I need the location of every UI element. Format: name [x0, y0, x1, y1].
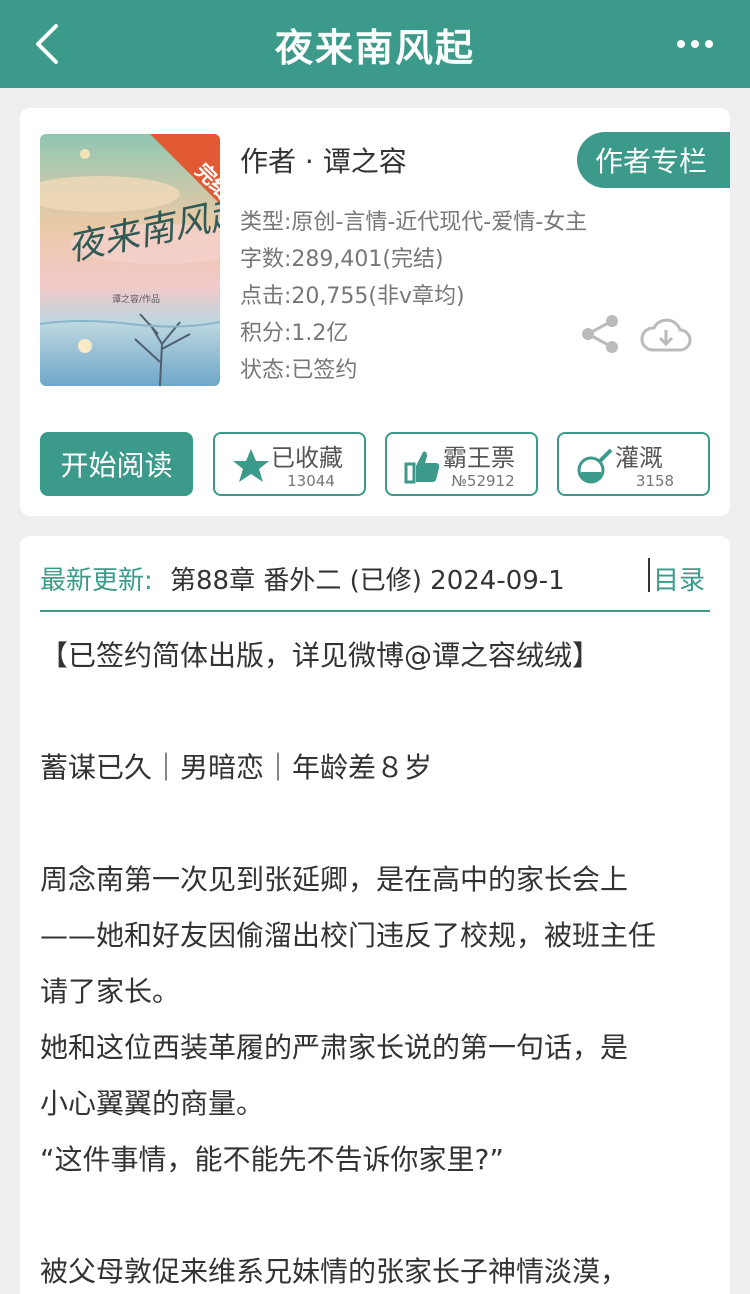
flask-icon — [577, 448, 613, 484]
book-cover[interactable]: 完结 夜来南风起 谭之容/作品 — [40, 134, 220, 386]
thumbs-up-icon — [404, 451, 440, 484]
nourish-button[interactable]: 灌溉 3158 — [557, 432, 710, 496]
synopsis-card: 最新更新: 第88章 番外二 (已修) 2024-09-1 目录 【已签约简体出… — [20, 536, 730, 1294]
meta-words: 字数:289,401(完结) — [240, 247, 444, 272]
more-dot-icon — [705, 40, 713, 48]
ticket-button[interactable]: 霸王票 №52912 — [385, 432, 538, 496]
book-meta: 类型:原创-言情-近代现代-爱情-女主 字数:289,401(完结) 点击:20… — [240, 204, 587, 389]
ticket-count: №52912 — [451, 472, 515, 490]
star-icon — [233, 449, 269, 482]
meta-type: 类型:原创-言情-近代现代-爱情-女主 — [240, 210, 588, 235]
book-info-card: 完结 夜来南风起 谭之容/作品 作者 · 谭之容 作者专栏 类型:原创-言情-近… — [20, 108, 730, 516]
more-dot-icon — [691, 40, 699, 48]
more-dot-icon — [677, 40, 685, 48]
nourish-count: 3158 — [635, 472, 675, 490]
synopsis-line: ——她和好友因偷溜出校门违反了校规，被班主任 — [40, 919, 657, 952]
start-reading-button[interactable]: 开始阅读 — [40, 432, 193, 496]
download-icon[interactable] — [640, 312, 692, 356]
ticket-label: 霸王票 — [443, 444, 515, 472]
author-name[interactable]: 作者 · 谭之容 — [240, 140, 407, 180]
latest-update-label: 最新更新: — [40, 566, 153, 596]
synopsis-line — [40, 1188, 710, 1244]
synopsis-line: 小心翼翼的商量。 — [40, 1087, 265, 1120]
page-title: 夜来南风起 — [274, 25, 475, 70]
synopsis-line: 周念南第一次见到张延卿，是在高中的家长会上 — [40, 863, 629, 896]
favorite-button[interactable]: 已收藏 13044 — [213, 432, 366, 496]
favorite-label: 已收藏 — [271, 444, 343, 472]
nourish-label: 灌溉 — [615, 444, 663, 472]
synopsis-line — [40, 684, 710, 740]
synopsis-line: 蓄谋已久｜男暗恋｜年龄差８岁 — [40, 751, 433, 784]
synopsis-line: 被父母敦促来维系兄妹情的张家长子神情淡漠， — [40, 1255, 629, 1288]
action-bar: 开始阅读 已收藏 13044 霸王票 №52912 灌溉 3158 — [40, 432, 710, 496]
meta-clicks: 点击:20,755(非v章均) — [240, 284, 465, 309]
synopsis-text: 【已签约简体出版，详见微博@谭之容绒绒】 蓄谋已久｜男暗恋｜年龄差８岁 周念南第… — [40, 628, 710, 1294]
synopsis-line: 请了家长。 — [40, 975, 181, 1008]
top-bar: 夜来南风起 — [0, 0, 750, 88]
back-button[interactable] — [26, 20, 66, 68]
back-arrow-icon — [36, 24, 58, 64]
cover-author: 谭之容/作品 — [112, 293, 160, 305]
table-of-contents-link[interactable]: 目录 — [653, 560, 705, 597]
synopsis-line: “这件事情，能不能先不告诉你家里?” — [40, 1143, 504, 1176]
synopsis-line: 【已签约简体出版，详见微博@谭之容绒绒】 — [40, 639, 601, 672]
more-menu-button[interactable] — [670, 26, 720, 62]
meta-points: 积分:1.2亿 — [240, 321, 349, 346]
author-column-button[interactable]: 作者专栏 — [577, 132, 730, 188]
latest-update-text[interactable]: 第88章 番外二 (已修) 2024-09-1 — [170, 560, 622, 597]
latest-update-row[interactable]: 最新更新: 第88章 番外二 (已修) 2024-09-1 目录 — [40, 552, 710, 612]
divider — [648, 558, 650, 592]
share-icon[interactable] — [578, 312, 622, 356]
favorite-count: 13044 — [287, 472, 335, 490]
synopsis-line — [40, 796, 710, 852]
meta-status: 状态:已签约 — [240, 358, 358, 383]
synopsis-line: 她和这位西装革履的严肃家长说的第一句话，是 — [40, 1031, 629, 1064]
